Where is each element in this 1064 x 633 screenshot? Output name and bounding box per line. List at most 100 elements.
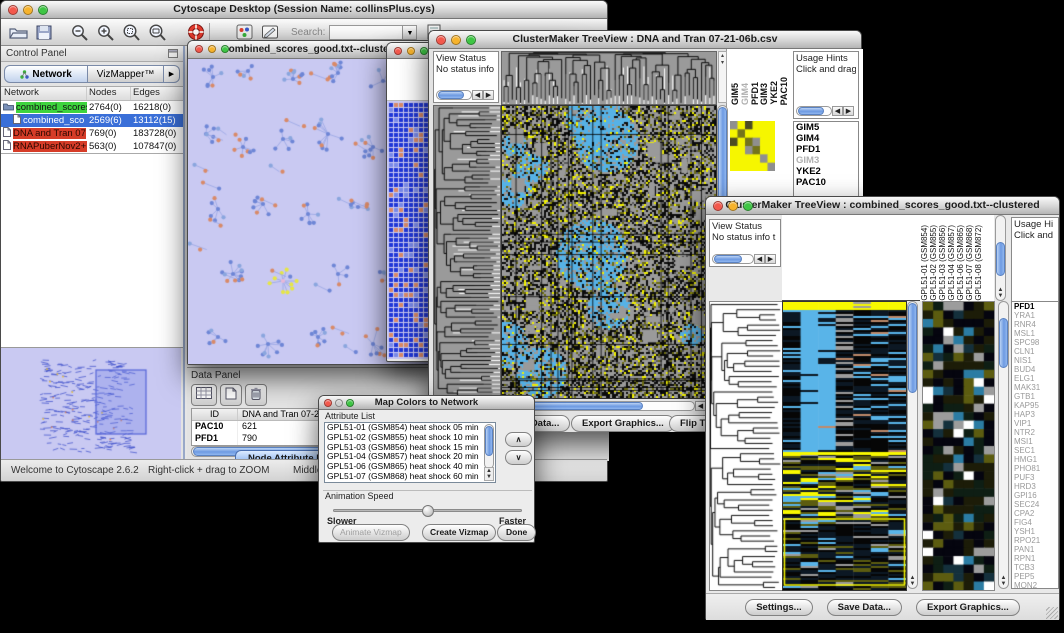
zoom-button[interactable] — [420, 47, 428, 55]
gene-list-item[interactable]: MSL1 — [1014, 329, 1058, 338]
tab-vizmapper[interactable]: VizMapper™ — [88, 65, 164, 83]
gene-list-item[interactable]: BUD4 — [1014, 365, 1058, 374]
tv1-gene-list[interactable]: GIM5GIM4PFD1GIM3YKE2PAC10 — [793, 121, 859, 201]
tv1-dendro-arrows[interactable]: ▴▾ — [718, 51, 727, 103]
minimize-button[interactable] — [407, 47, 415, 55]
gene-list-item[interactable]: YSH1 — [1014, 527, 1058, 536]
tv1-zoom-heatmap[interactable] — [730, 121, 775, 171]
tv1-button[interactable]: Export Graphics... — [571, 415, 675, 432]
gene-list-item[interactable]: YRA1 — [1014, 311, 1058, 320]
gene-list-item[interactable]: PUF3 — [1014, 473, 1058, 482]
gene-list-item[interactable]: HRD3 — [1014, 482, 1058, 491]
tv2-vscrollbar[interactable]: ▲▼ — [907, 301, 918, 589]
col-network[interactable]: Network — [1, 87, 87, 100]
attribute-list-scrollbar[interactable] — [484, 424, 494, 469]
treeview2-titlebar[interactable]: ClusterMaker TreeView : combined_scores_… — [706, 197, 1059, 215]
gene-list-item[interactable]: GIM5 — [796, 122, 858, 133]
table-row[interactable]: RNAPuberNov2+!563(0)107847(0) — [1, 140, 183, 153]
tv1-row-dendrogram[interactable] — [433, 105, 501, 399]
close-button[interactable] — [195, 45, 203, 53]
gene-list-item[interactable]: MAK31 — [1014, 383, 1058, 392]
gene-list-item[interactable]: PAN1 — [1014, 545, 1058, 554]
minimize-button[interactable] — [451, 35, 461, 45]
gene-list-item[interactable]: HMG1 — [1014, 455, 1058, 464]
gene-list-item[interactable]: YKE2 — [796, 166, 858, 177]
gene-list-item[interactable]: PFD1 — [1014, 302, 1058, 311]
close-button[interactable] — [8, 5, 18, 15]
attribute-list-item[interactable]: GPL51-07 (GSM868) heat shock 60 min — [327, 472, 495, 482]
zoom-button[interactable] — [38, 5, 48, 15]
gene-list-item[interactable]: RNR4 — [1014, 320, 1058, 329]
minimize-button[interactable] — [208, 45, 216, 53]
birdseye-view[interactable] — [1, 348, 181, 467]
gene-list-item[interactable]: RPO21 — [1014, 536, 1058, 545]
gene-list-item[interactable]: PHO81 — [1014, 464, 1058, 473]
tv2-zoom-heatmap[interactable] — [922, 301, 995, 591]
gene-list-item[interactable]: ELG1 — [1014, 374, 1058, 383]
table-row[interactable]: DNA and Tran 07769(0)183728(0) — [1, 127, 183, 140]
gene-list-item[interactable]: KAP95 — [1014, 401, 1058, 410]
gene-list-item[interactable]: GIM3 — [796, 155, 858, 166]
tv2-button[interactable]: Save Data... — [827, 599, 902, 616]
create-vizmap-button[interactable]: Create Vizmap — [422, 524, 496, 541]
tv2-button[interactable]: Export Graphics... — [916, 599, 1020, 616]
slider-thumb[interactable] — [422, 505, 434, 517]
minimize-button[interactable] — [335, 399, 343, 407]
new-attribute-icon[interactable] — [220, 384, 242, 406]
col-edges[interactable]: Edges — [131, 87, 183, 100]
zoom-fit-icon[interactable] — [145, 20, 171, 44]
zoom-in-icon[interactable] — [93, 20, 119, 44]
gene-list-item[interactable]: SEC1 — [1014, 446, 1058, 455]
move-up-button[interactable]: ∧ — [505, 432, 532, 447]
float-panel-icon[interactable] — [168, 45, 178, 63]
main-titlebar[interactable]: Cytoscape Desktop (Session Name: collins… — [1, 1, 607, 19]
tab-overflow-button[interactable]: ▶ — [164, 65, 180, 83]
done-button[interactable]: Done — [497, 524, 536, 541]
gene-list-item[interactable]: RPN1 — [1014, 554, 1058, 563]
gene-list-item[interactable]: NTR2 — [1014, 428, 1058, 437]
delete-attribute-icon[interactable] — [245, 384, 267, 406]
zoom-out-icon[interactable] — [67, 20, 93, 44]
tv1-heatmap[interactable] — [501, 105, 717, 399]
open-folder-icon[interactable] — [5, 20, 31, 44]
gene-list-item[interactable]: GPI16 — [1014, 491, 1058, 500]
zoom-button[interactable] — [743, 201, 753, 211]
gene-list-item[interactable]: GIM4 — [796, 133, 858, 144]
close-button[interactable] — [324, 399, 332, 407]
treeview1-titlebar[interactable]: ClusterMaker TreeView : DNA and Tran 07-… — [429, 31, 861, 49]
animate-vizmap-button[interactable]: Animate Vizmap — [332, 524, 410, 541]
id-column[interactable]: ID — [192, 409, 238, 420]
minimize-button[interactable] — [728, 201, 738, 211]
tv1-hints-scrollbar[interactable]: ◀▶ — [796, 106, 854, 116]
gene-list-item[interactable]: TCB3 — [1014, 563, 1058, 572]
dialog-titlebar[interactable]: Map Colors to Network — [319, 396, 534, 410]
table-row[interactable]: combined_sco2569(6)13112(15) — [1, 114, 183, 127]
gene-list-item[interactable]: MSI1 — [1014, 437, 1058, 446]
gene-list-item[interactable]: NIS1 — [1014, 356, 1058, 365]
minimize-button[interactable] — [23, 5, 33, 15]
search-dropdown-arrow[interactable]: ▼ — [403, 25, 417, 40]
zoom-button[interactable] — [346, 399, 354, 407]
move-down-button[interactable]: ∨ — [505, 450, 532, 465]
gene-list-item[interactable]: GTB1 — [1014, 392, 1058, 401]
close-button[interactable] — [394, 47, 402, 55]
save-icon[interactable] — [31, 20, 57, 44]
gene-list-item[interactable]: MON2 — [1014, 581, 1058, 589]
attribute-list[interactable]: GPL51-01 (GSM854) heat shock 05 minGPL51… — [324, 422, 496, 483]
gene-list-item[interactable]: PEP5 — [1014, 572, 1058, 581]
tv2-button[interactable]: Settings... — [745, 599, 812, 616]
animation-speed-slider[interactable] — [333, 509, 522, 512]
gene-list-item[interactable]: CPA2 — [1014, 509, 1058, 518]
gene-list-item[interactable]: HAP3 — [1014, 410, 1058, 419]
gene-list-item[interactable]: CLN1 — [1014, 347, 1058, 356]
col-nodes[interactable]: Nodes — [87, 87, 131, 100]
tv2-row-dendrogram[interactable] — [709, 301, 783, 591]
table-row[interactable]: combined_scores2764(0)16218(0) — [1, 101, 183, 114]
tv2-status-scrollbar[interactable]: ◀▶ — [712, 254, 776, 264]
close-button[interactable] — [436, 35, 446, 45]
search-input[interactable] — [329, 25, 403, 40]
gene-list-item[interactable]: SPC98 — [1014, 338, 1058, 347]
attribute-table-icon[interactable] — [191, 384, 217, 406]
tv2-gene-list[interactable]: PFD1YRA1RNR4MSL1SPC98CLN1NIS1BUD4ELG1MAK… — [1011, 301, 1059, 589]
tv2-header-vscrollbar[interactable]: ▲▼ — [995, 215, 1006, 301]
